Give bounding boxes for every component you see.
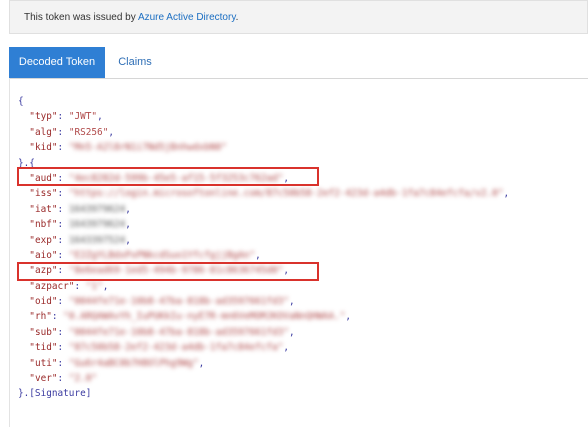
json-claim-line: "aio": "E2ZgYLBdxPxPNkcdSuo1YfcfgjjBgAn"… — [29, 249, 261, 261]
aud-highlight-box — [17, 167, 319, 186]
decoded-token-panel: { "typ": "JWT", "alg": "RS256", "kid": "… — [9, 78, 588, 427]
open-brace: { — [18, 96, 24, 107]
json-claim-line: "iss": "https://login.microsoftonline.co… — [29, 188, 510, 200]
claim-value: "0044fe71e-10b8-47ba-818b-ad3597661fd3" — [68, 326, 289, 338]
claim-key: "sub" — [29, 326, 58, 338]
json-claim-line: "iat": 1643979624, — [29, 203, 131, 215]
issuer-banner: This token was issued by Azure Active Di… — [9, 0, 588, 34]
tab-decoded-token[interactable]: Decoded Token — [9, 47, 105, 78]
token-json[interactable]: { "typ": "JWT", "alg": "RS256", "kid": "… — [18, 94, 509, 402]
claim-key: "iat" — [29, 203, 58, 215]
claim-key: "nbf" — [29, 219, 58, 231]
json-claim-line: "nbf": 1643979624, — [29, 219, 131, 231]
claim-value: "E2ZgYLBdxPxPNkcdSuo1YfcfgjjBgAn" — [68, 249, 256, 261]
claim-key: "iss" — [29, 188, 58, 200]
typ-value: "JWT" — [68, 111, 98, 123]
claim-key: "exp" — [29, 234, 58, 246]
json-claim-line: "exp": 1643397524, — [29, 234, 131, 246]
json-claim-line: "tid": "87c50b58-2ef2-423d-a4db-1fa7c84e… — [29, 342, 289, 354]
claim-key: "ver" — [29, 373, 58, 385]
azure-ad-link[interactable]: Azure Active Directory — [138, 12, 236, 23]
claim-key: "rh" — [29, 311, 52, 323]
issuer-banner-suffix: . — [235, 12, 239, 23]
claim-value: 1643397524 — [68, 234, 126, 246]
json-open-brace: { — [18, 94, 509, 109]
typ-key: "typ" — [29, 111, 58, 123]
claim-value: 1643979624 — [68, 219, 126, 231]
claim-key: "azpacr" — [29, 280, 75, 292]
issuer-banner-prefix: This token was issued by — [24, 12, 138, 23]
kid-key: "kid" — [29, 142, 58, 154]
claim-value: "https://login.microsoftonline.com/87c50… — [68, 188, 504, 200]
claim-value: "87c50b58-2ef2-423d-a4db-1fa7c84efcfa" — [68, 342, 284, 354]
json-claim-line: "oid": "0044fe71e-10b8-47ba-818b-ad35976… — [29, 296, 295, 308]
claim-value: "2.0" — [68, 373, 98, 385]
json-claim-line: "uti": "Gu6r4aBC0b7H8OlPhg9Wg", — [29, 357, 205, 369]
claim-value: "0044fe71e-10b8-47ba-818b-ad3597661fd3" — [68, 296, 289, 308]
claim-key: "aio" — [29, 249, 58, 261]
signature-footer: }.[Signature] — [18, 388, 92, 400]
claim-value: 1643979624 — [68, 203, 126, 215]
json-line-kid: "kid": "Mn5-A2l8rN1i7Nd5jBnhwdxbN0" — [29, 142, 227, 154]
json-line-alg: "alg": "RS256", — [29, 126, 114, 138]
kid-value: "Mn5-A2l8rN1i7Nd5jBnhwdxbN0" — [68, 142, 227, 154]
tab-claims[interactable]: Claims — [109, 47, 161, 78]
json-claim-line: "rh": "0.ARQAWAvYh_IuPUKkIu-nyE7R-mn6VeM… — [29, 311, 352, 323]
json-claim-line: "ver": "2.0" — [29, 373, 98, 385]
json-footer: }.[Signature] — [18, 386, 509, 401]
claim-value: "1" — [85, 280, 103, 292]
json-line-typ: "typ": "JWT", — [29, 111, 103, 123]
claim-value: "Gu6r4aBC0b7H8OlPhg9Wg" — [68, 357, 199, 369]
json-claim-line: "sub": "0044fe71e-10b8-47ba-818b-ad35976… — [29, 326, 295, 338]
claim-value: "0.ARQAWAvYh_IuPUKkIu-nyE7R-mn6VeMOMJKOV… — [63, 311, 346, 323]
azp-highlight-box — [17, 262, 319, 281]
issuer-banner-text: This token was issued by Azure Active Di… — [24, 12, 238, 23]
alg-value: "RS256" — [68, 126, 109, 138]
claim-key: "tid" — [29, 342, 58, 354]
claim-key: "uti" — [29, 357, 58, 369]
token-tabs: Decoded Token Claims — [9, 47, 588, 79]
claim-key: "oid" — [29, 296, 58, 308]
alg-key: "alg" — [29, 126, 58, 138]
